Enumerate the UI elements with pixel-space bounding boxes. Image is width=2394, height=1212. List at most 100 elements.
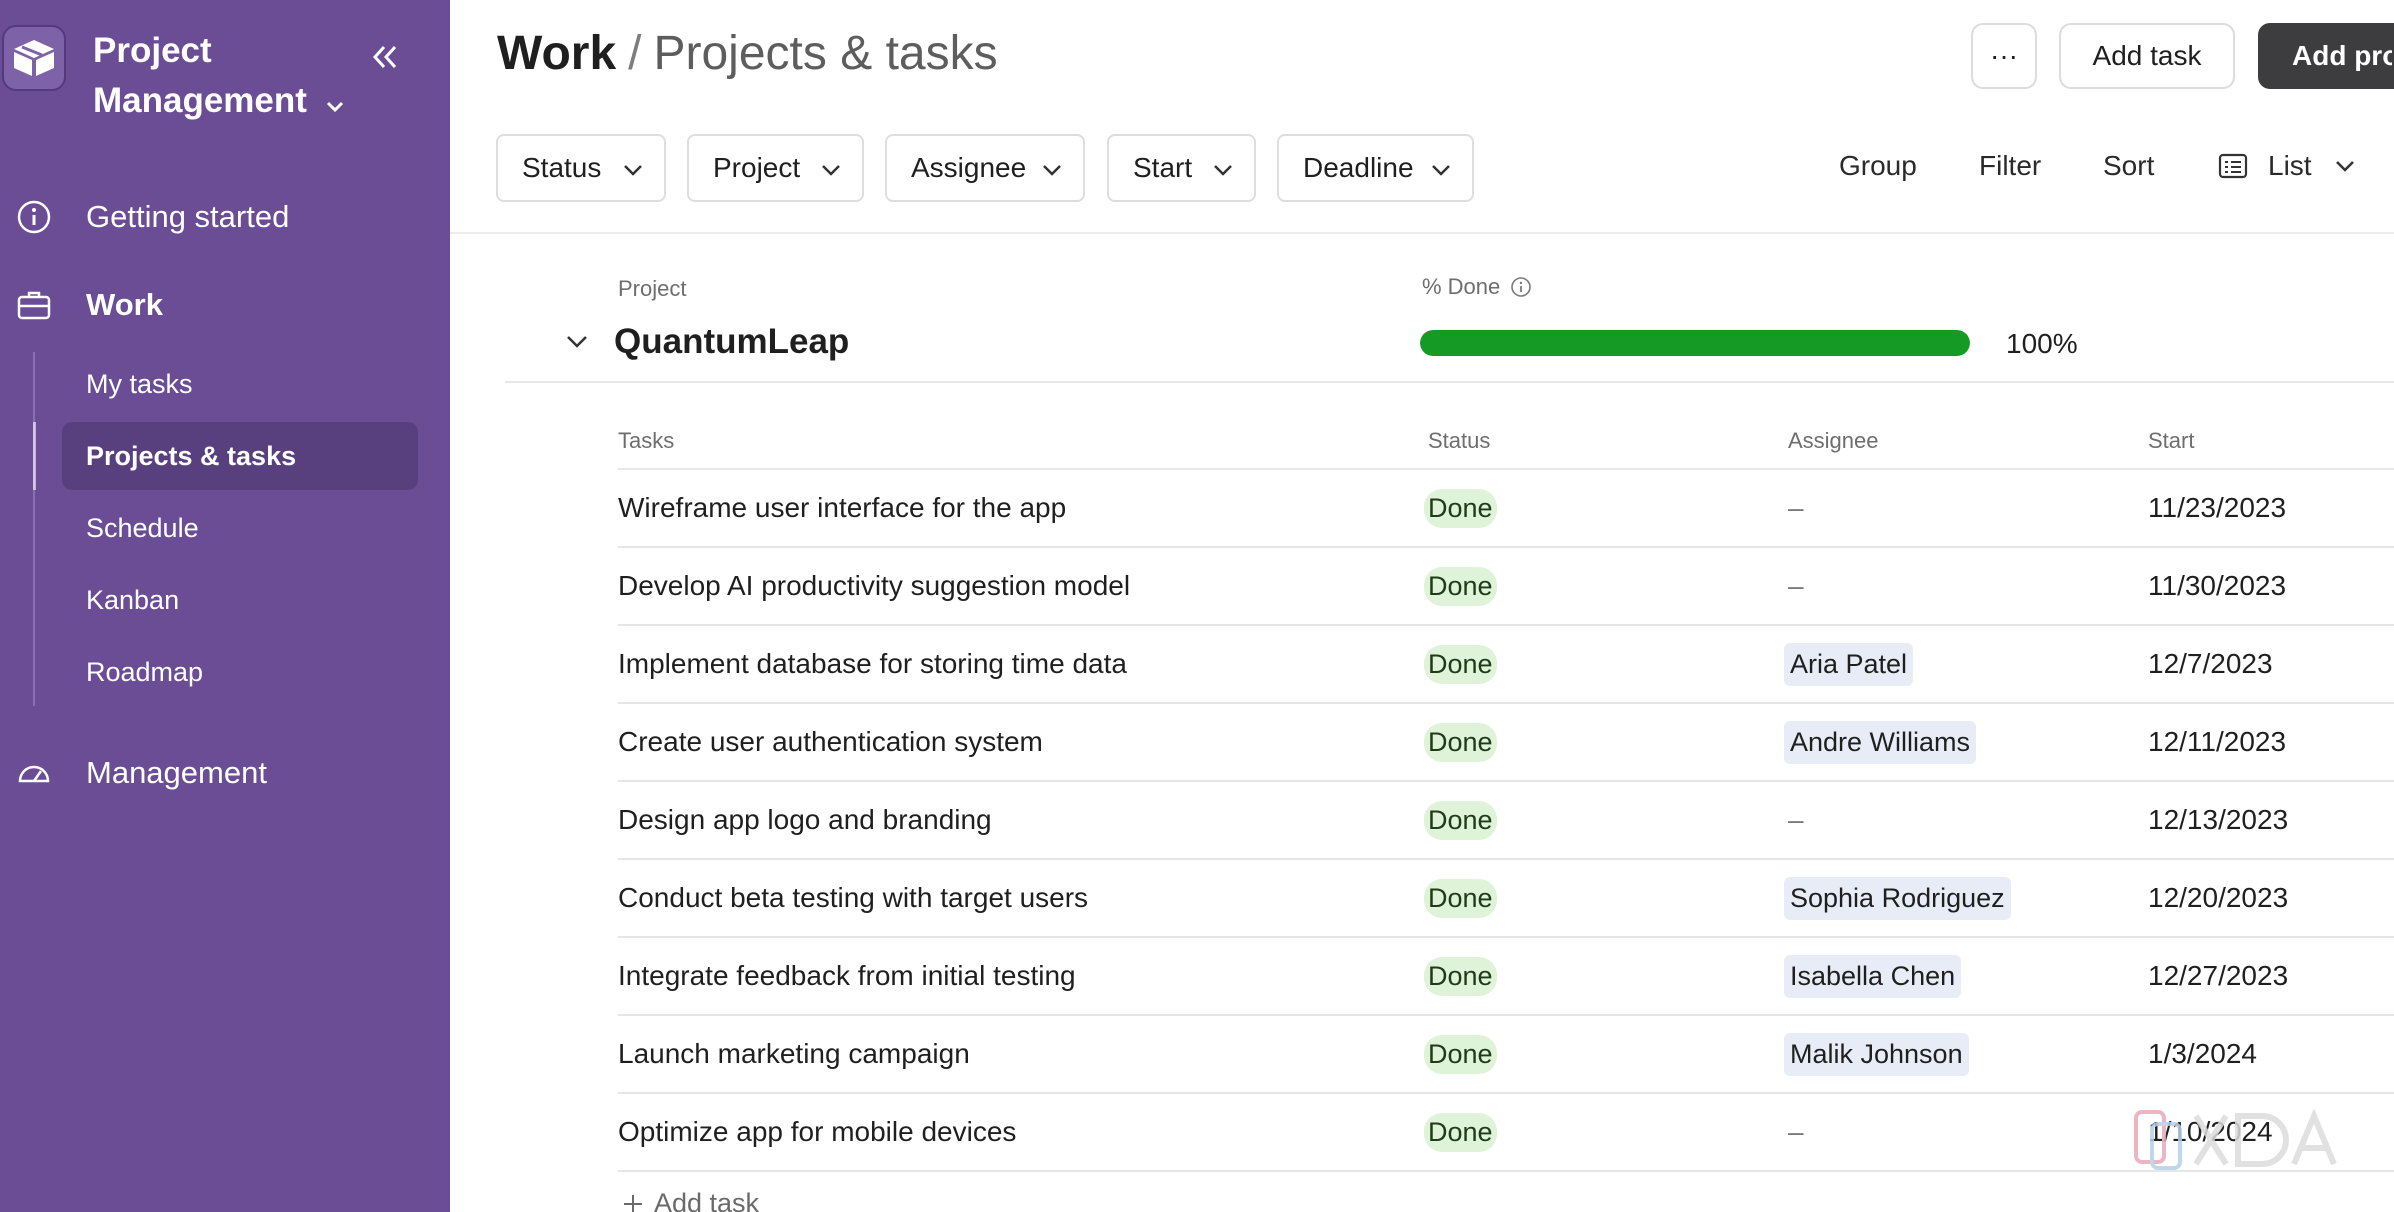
empty-assignee: – [1788, 492, 1804, 523]
status-cell[interactable]: Done [1424, 938, 1497, 1014]
view-label: List [2268, 150, 2312, 181]
task-name[interactable]: Implement database for storing time data [618, 626, 1127, 702]
page-title: Projects & tasks [653, 27, 998, 80]
sidebar-item-label: My tasks [86, 368, 193, 399]
sidebar-item-label: Kanban [86, 584, 180, 615]
nav-management-label: Management [86, 755, 267, 790]
sort-button[interactable]: Sort [2103, 150, 2154, 182]
nav-management[interactable]: Management [0, 752, 450, 794]
table-row[interactable]: Design app logo and branding Done – 12/13/2… [618, 782, 2394, 860]
table-row[interactable]: Create user authentication system Done And… [618, 704, 2394, 782]
filter-assignee[interactable]: Assignee [885, 134, 1085, 202]
nav-work[interactable]: Work [0, 284, 450, 326]
start-date[interactable]: 1/3/2024 [2148, 1016, 2257, 1092]
project-name[interactable]: QuantumLeap [614, 322, 849, 362]
task-name[interactable]: Conduct beta testing with target users [618, 860, 1088, 936]
filter-project[interactable]: Project [687, 134, 864, 202]
sidebar-item-projects-tasks[interactable]: Projects & tasks [62, 422, 418, 490]
task-name[interactable]: Wireframe user interface for the app [618, 470, 1066, 546]
filter-button[interactable]: Filter [1979, 150, 2041, 182]
sidebar-item-label: Roadmap [86, 656, 204, 687]
assignee-badge: Aria Patel [1784, 642, 1914, 686]
task-name[interactable]: Optimize app for mobile devices [618, 1094, 1016, 1170]
status-badge: Done [1424, 800, 1497, 840]
sidebar-item-roadmap[interactable]: Roadmap [62, 638, 418, 706]
status-cell[interactable]: Done [1424, 548, 1497, 624]
table-row[interactable]: Implement database for storing time data… [618, 626, 2394, 704]
column-header-status[interactable]: Status [1428, 428, 1490, 454]
assignee-cell[interactable]: Sophia Rodriguez [1784, 860, 2011, 936]
assignee-cell[interactable]: Aria Patel [1784, 626, 1914, 702]
assignee-cell[interactable]: – [1784, 548, 1804, 624]
table-row[interactable]: Conduct beta testing with target users Do… [618, 860, 2394, 938]
task-name[interactable]: Develop AI productivity suggestion model [618, 548, 1130, 624]
table-row[interactable]: Optimize app for mobile devices Done –1/10… [618, 1094, 2394, 1172]
assignee-cell[interactable]: – [1784, 470, 1804, 546]
assignee-cell[interactable]: Isabella Chen [1784, 938, 1962, 1014]
start-date[interactable]: 12/27/2023 [2148, 938, 2288, 1014]
collapse-group-icon[interactable] [564, 330, 590, 354]
subnav-line [33, 352, 35, 706]
more-options-button[interactable]: ··· [1971, 23, 2037, 89]
pct-done-header: % Done [1422, 274, 1532, 300]
start-date[interactable]: 12/11/2023 [2148, 704, 2286, 780]
start-date[interactable]: 11/23/2023 [2148, 470, 2286, 546]
column-header-assignee[interactable]: Assignee [1788, 428, 1879, 454]
chevron-down-icon [1043, 165, 1061, 176]
filter-deadline[interactable]: Deadline [1277, 134, 1474, 202]
status-cell[interactable]: Done [1424, 626, 1497, 702]
sidebar-item-label: Projects & tasks [86, 440, 297, 471]
pct-done-label: % Done [1422, 274, 1501, 299]
task-name[interactable]: Design app logo and branding [618, 782, 992, 858]
start-date[interactable]: 12/13/2023 [2148, 782, 2288, 858]
add-task-row-label: Add task [654, 1188, 760, 1212]
status-cell[interactable]: Done [1424, 1016, 1497, 1092]
task-name[interactable]: Launch marketing campaign [618, 1016, 970, 1092]
table-row[interactable]: Develop AI productivity suggestion model… [618, 548, 2394, 626]
filter-label: Assignee [911, 152, 1027, 183]
status-cell[interactable]: Done [1424, 704, 1497, 780]
filter-start[interactable]: Start [1107, 134, 1256, 202]
status-cell[interactable]: Done [1424, 1094, 1497, 1170]
workspace-title-text: Project Management [93, 31, 307, 120]
group-button[interactable]: Group [1839, 150, 1917, 182]
table-row[interactable]: Integrate feedback from initial testing D… [618, 938, 2394, 1016]
status-badge: Done [1424, 878, 1497, 918]
add-task-row[interactable]: Add task [620, 1188, 759, 1212]
filter-label: Status [522, 152, 602, 183]
collapse-sidebar-icon[interactable] [368, 40, 402, 74]
column-header-start[interactable]: Start [2148, 428, 2194, 454]
status-cell[interactable]: Done [1424, 470, 1497, 546]
nav-getting-started[interactable]: Getting started [0, 196, 450, 238]
assignee-cell[interactable]: Malik Johnson [1784, 1016, 1969, 1092]
briefcase-icon [16, 287, 52, 323]
sidebar-item-my-tasks[interactable]: My tasks [62, 350, 418, 418]
empty-assignee: – [1788, 570, 1804, 601]
breadcrumb-root[interactable]: Work [497, 27, 616, 80]
assignee-cell[interactable]: – [1784, 782, 1804, 858]
assignee-cell[interactable]: Andre Williams [1784, 704, 1977, 780]
status-cell[interactable]: Done [1424, 782, 1497, 858]
task-name[interactable]: Integrate feedback from initial testing [618, 938, 1076, 1014]
workspace-title[interactable]: Project Management [93, 26, 353, 128]
view-switcher[interactable]: List [2218, 150, 2356, 182]
table-row[interactable]: Wireframe user interface for the app Done… [618, 470, 2394, 548]
workspace-logo-icon[interactable] [2, 25, 66, 91]
start-date[interactable]: 12/20/2023 [2148, 860, 2288, 936]
start-date[interactable]: 11/30/2023 [2148, 548, 2286, 624]
add-task-button[interactable]: Add task [2059, 23, 2235, 89]
column-header-tasks[interactable]: Tasks [618, 428, 674, 454]
start-date[interactable]: 12/7/2023 [2148, 626, 2273, 702]
status-cell[interactable]: Done [1424, 860, 1497, 936]
filter-status[interactable]: Status [496, 134, 666, 202]
gauge-icon [16, 755, 52, 791]
sidebar-item-schedule[interactable]: Schedule [62, 494, 418, 562]
assignee-cell[interactable]: – [1784, 1094, 1804, 1170]
add-project-button[interactable]: Add project [2258, 23, 2394, 89]
task-name[interactable]: Create user authentication system [618, 704, 1043, 780]
table-row[interactable]: Launch marketing campaign Done Malik Johns… [618, 1016, 2394, 1094]
info-icon[interactable] [1510, 276, 1532, 298]
sidebar-item-kanban[interactable]: Kanban [62, 566, 418, 634]
chevron-down-icon [2335, 161, 2354, 172]
list-view-icon [2218, 153, 2248, 179]
